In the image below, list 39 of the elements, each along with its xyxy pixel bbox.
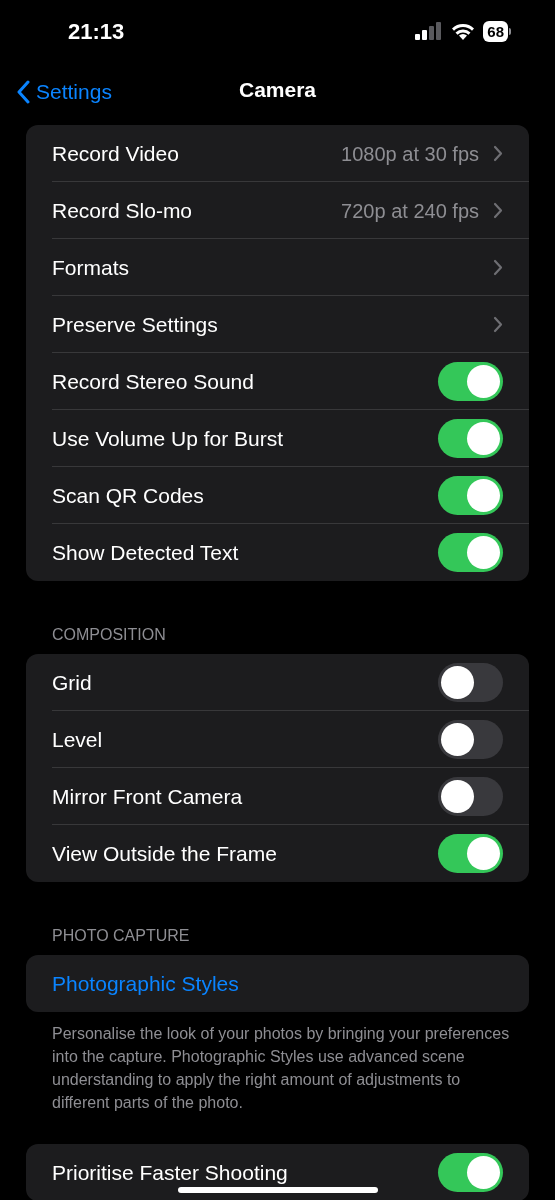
row-label: Prioritise Faster Shooting bbox=[52, 1159, 289, 1186]
row-label: View Outside the Frame bbox=[52, 840, 278, 867]
row-label: Use Volume Up for Burst bbox=[52, 425, 285, 452]
footer-text: Personalise the look of your photos by bringing your preferences into the capture. Photographic Styles use advanced scene understanding to apply the right amount of adjustments to different parts of the photo. bbox=[51, 1024, 511, 1113]
row-label: Record Slo-mo bbox=[52, 197, 194, 224]
row-label: Preserve Settings bbox=[52, 311, 219, 338]
toggle-switch[interactable] bbox=[438, 663, 503, 702]
back-chevron-icon bbox=[16, 79, 30, 104]
section-header: COMPOSITION bbox=[51, 625, 167, 645]
row-label: Record Stereo Sound bbox=[52, 368, 255, 395]
page-title: Camera bbox=[238, 76, 317, 103]
row-label: Mirror Front Camera bbox=[52, 783, 244, 810]
chevron-icon bbox=[493, 259, 503, 276]
row-label: Record Video bbox=[52, 140, 180, 167]
chevron-icon bbox=[493, 316, 503, 333]
row-label: Show Detected Text bbox=[52, 539, 240, 566]
section-header: PHOTO CAPTURE bbox=[51, 926, 191, 946]
row-value: 720p at 240 fps bbox=[341, 198, 479, 224]
toggle-switch[interactable] bbox=[438, 362, 503, 401]
toggle-switch[interactable] bbox=[438, 834, 503, 873]
chevron-icon bbox=[493, 145, 503, 162]
row-label: Formats bbox=[52, 254, 130, 281]
row-label: Level bbox=[52, 726, 104, 753]
link[interactable]: Photographic Styles bbox=[52, 967, 503, 1000]
row-value: 1080p at 30 fps bbox=[341, 141, 479, 167]
back-button[interactable]: Settings bbox=[16, 76, 112, 108]
toggle-switch[interactable] bbox=[438, 1153, 503, 1192]
battery-level: 68 bbox=[483, 20, 508, 42]
chevron-icon bbox=[493, 202, 503, 219]
toggle-switch[interactable] bbox=[438, 419, 503, 458]
row-label: Scan QR Codes bbox=[52, 482, 205, 509]
toggle-switch[interactable] bbox=[438, 720, 503, 759]
toggle-switch[interactable] bbox=[438, 533, 503, 572]
row-label: Grid bbox=[52, 669, 93, 696]
signal-icon bbox=[415, 22, 444, 40]
toggle-switch[interactable] bbox=[438, 777, 503, 816]
wifi-icon bbox=[451, 22, 476, 40]
status-time: 21:13 bbox=[68, 17, 125, 46]
toggle-switch[interactable] bbox=[438, 476, 503, 515]
